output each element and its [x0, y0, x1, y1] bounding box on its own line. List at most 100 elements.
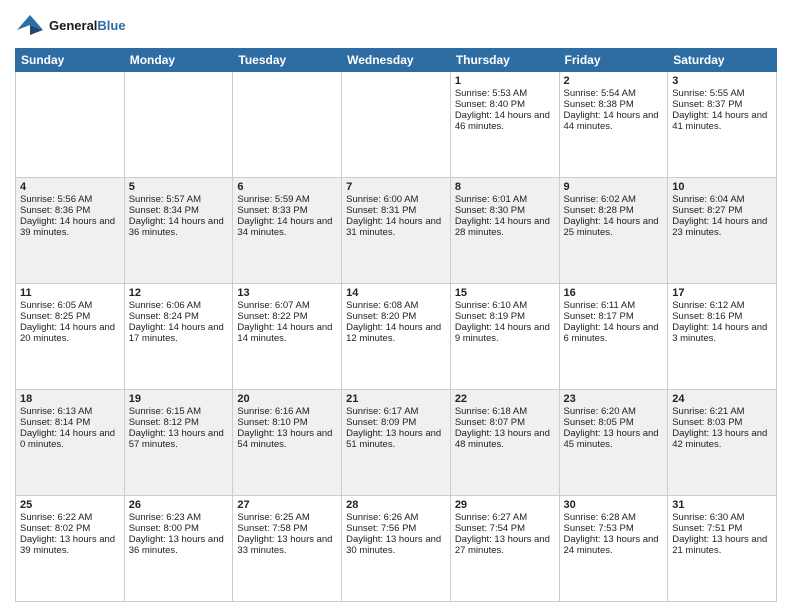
daylight-text: Daylight: 13 hours and 27 minutes. [455, 534, 555, 556]
sunset-text: Sunset: 7:54 PM [455, 523, 555, 534]
calendar-cell: 14Sunrise: 6:08 AMSunset: 8:20 PMDayligh… [342, 284, 451, 390]
day-number: 8 [455, 181, 555, 193]
sunrise-text: Sunrise: 5:55 AM [672, 88, 772, 99]
sunset-text: Sunset: 8:20 PM [346, 311, 446, 322]
sunrise-text: Sunrise: 5:59 AM [237, 194, 337, 205]
calendar-cell: 12Sunrise: 6:06 AMSunset: 8:24 PMDayligh… [124, 284, 233, 390]
sunset-text: Sunset: 8:31 PM [346, 205, 446, 216]
sunset-text: Sunset: 8:27 PM [672, 205, 772, 216]
day-number: 25 [20, 499, 120, 511]
sunset-text: Sunset: 7:58 PM [237, 523, 337, 534]
day-number: 3 [672, 75, 772, 87]
day-number: 19 [129, 393, 229, 405]
calendar-week-row: 1Sunrise: 5:53 AMSunset: 8:40 PMDaylight… [16, 72, 777, 178]
calendar-week-row: 4Sunrise: 5:56 AMSunset: 8:36 PMDaylight… [16, 178, 777, 284]
sunset-text: Sunset: 8:24 PM [129, 311, 229, 322]
calendar-cell: 19Sunrise: 6:15 AMSunset: 8:12 PMDayligh… [124, 390, 233, 496]
daylight-text: Daylight: 14 hours and 6 minutes. [564, 322, 664, 344]
daylight-text: Daylight: 13 hours and 42 minutes. [672, 428, 772, 450]
sunrise-text: Sunrise: 6:15 AM [129, 406, 229, 417]
daylight-text: Daylight: 14 hours and 3 minutes. [672, 322, 772, 344]
calendar-week-row: 18Sunrise: 6:13 AMSunset: 8:14 PMDayligh… [16, 390, 777, 496]
sunrise-text: Sunrise: 6:28 AM [564, 512, 664, 523]
calendar-header-sunday: Sunday [16, 49, 125, 72]
calendar-cell: 26Sunrise: 6:23 AMSunset: 8:00 PMDayligh… [124, 496, 233, 602]
day-number: 5 [129, 181, 229, 193]
sunset-text: Sunset: 8:30 PM [455, 205, 555, 216]
sunset-text: Sunset: 8:10 PM [237, 417, 337, 428]
calendar-header-saturday: Saturday [668, 49, 777, 72]
calendar-cell: 20Sunrise: 6:16 AMSunset: 8:10 PMDayligh… [233, 390, 342, 496]
logo-text: GeneralBlue [49, 18, 126, 33]
sunrise-text: Sunrise: 5:54 AM [564, 88, 664, 99]
calendar-cell: 21Sunrise: 6:17 AMSunset: 8:09 PMDayligh… [342, 390, 451, 496]
sunrise-text: Sunrise: 5:56 AM [20, 194, 120, 205]
daylight-text: Daylight: 14 hours and 20 minutes. [20, 322, 120, 344]
calendar-header-friday: Friday [559, 49, 668, 72]
daylight-text: Daylight: 13 hours and 21 minutes. [672, 534, 772, 556]
day-number: 31 [672, 499, 772, 511]
day-number: 18 [20, 393, 120, 405]
sunset-text: Sunset: 8:22 PM [237, 311, 337, 322]
day-number: 12 [129, 287, 229, 299]
calendar-header-thursday: Thursday [450, 49, 559, 72]
sunset-text: Sunset: 7:51 PM [672, 523, 772, 534]
day-number: 16 [564, 287, 664, 299]
calendar-cell: 23Sunrise: 6:20 AMSunset: 8:05 PMDayligh… [559, 390, 668, 496]
sunrise-text: Sunrise: 6:13 AM [20, 406, 120, 417]
calendar-cell: 22Sunrise: 6:18 AMSunset: 8:07 PMDayligh… [450, 390, 559, 496]
day-number: 27 [237, 499, 337, 511]
calendar-cell: 4Sunrise: 5:56 AMSunset: 8:36 PMDaylight… [16, 178, 125, 284]
calendar-cell: 9Sunrise: 6:02 AMSunset: 8:28 PMDaylight… [559, 178, 668, 284]
calendar-cell: 29Sunrise: 6:27 AMSunset: 7:54 PMDayligh… [450, 496, 559, 602]
logo: GeneralBlue [15, 10, 126, 40]
daylight-text: Daylight: 14 hours and 25 minutes. [564, 216, 664, 238]
calendar-header-tuesday: Tuesday [233, 49, 342, 72]
calendar-cell: 27Sunrise: 6:25 AMSunset: 7:58 PMDayligh… [233, 496, 342, 602]
sunset-text: Sunset: 8:34 PM [129, 205, 229, 216]
daylight-text: Daylight: 14 hours and 12 minutes. [346, 322, 446, 344]
day-number: 11 [20, 287, 120, 299]
day-number: 17 [672, 287, 772, 299]
day-number: 29 [455, 499, 555, 511]
sunset-text: Sunset: 8:33 PM [237, 205, 337, 216]
day-number: 13 [237, 287, 337, 299]
sunrise-text: Sunrise: 6:01 AM [455, 194, 555, 205]
sunrise-text: Sunrise: 6:27 AM [455, 512, 555, 523]
day-number: 2 [564, 75, 664, 87]
calendar-cell: 7Sunrise: 6:00 AMSunset: 8:31 PMDaylight… [342, 178, 451, 284]
logo-icon [15, 10, 45, 40]
day-number: 14 [346, 287, 446, 299]
calendar-cell: 30Sunrise: 6:28 AMSunset: 7:53 PMDayligh… [559, 496, 668, 602]
calendar-cell: 15Sunrise: 6:10 AMSunset: 8:19 PMDayligh… [450, 284, 559, 390]
sunrise-text: Sunrise: 6:20 AM [564, 406, 664, 417]
calendar-cell [16, 72, 125, 178]
calendar-header-row: SundayMondayTuesdayWednesdayThursdayFrid… [16, 49, 777, 72]
calendar-cell: 24Sunrise: 6:21 AMSunset: 8:03 PMDayligh… [668, 390, 777, 496]
sunset-text: Sunset: 8:12 PM [129, 417, 229, 428]
sunrise-text: Sunrise: 5:53 AM [455, 88, 555, 99]
sunrise-text: Sunrise: 6:30 AM [672, 512, 772, 523]
daylight-text: Daylight: 13 hours and 36 minutes. [129, 534, 229, 556]
sunrise-text: Sunrise: 6:25 AM [237, 512, 337, 523]
calendar-header-wednesday: Wednesday [342, 49, 451, 72]
daylight-text: Daylight: 13 hours and 48 minutes. [455, 428, 555, 450]
day-number: 26 [129, 499, 229, 511]
sunset-text: Sunset: 8:37 PM [672, 99, 772, 110]
calendar-cell [233, 72, 342, 178]
daylight-text: Daylight: 14 hours and 39 minutes. [20, 216, 120, 238]
day-number: 24 [672, 393, 772, 405]
daylight-text: Daylight: 13 hours and 54 minutes. [237, 428, 337, 450]
sunset-text: Sunset: 8:02 PM [20, 523, 120, 534]
calendar-cell: 28Sunrise: 6:26 AMSunset: 7:56 PMDayligh… [342, 496, 451, 602]
calendar-week-row: 25Sunrise: 6:22 AMSunset: 8:02 PMDayligh… [16, 496, 777, 602]
calendar-week-row: 11Sunrise: 6:05 AMSunset: 8:25 PMDayligh… [16, 284, 777, 390]
sunrise-text: Sunrise: 6:10 AM [455, 300, 555, 311]
day-number: 22 [455, 393, 555, 405]
day-number: 23 [564, 393, 664, 405]
calendar-cell [342, 72, 451, 178]
header: GeneralBlue [15, 10, 777, 40]
calendar-cell: 11Sunrise: 6:05 AMSunset: 8:25 PMDayligh… [16, 284, 125, 390]
sunrise-text: Sunrise: 6:18 AM [455, 406, 555, 417]
day-number: 1 [455, 75, 555, 87]
